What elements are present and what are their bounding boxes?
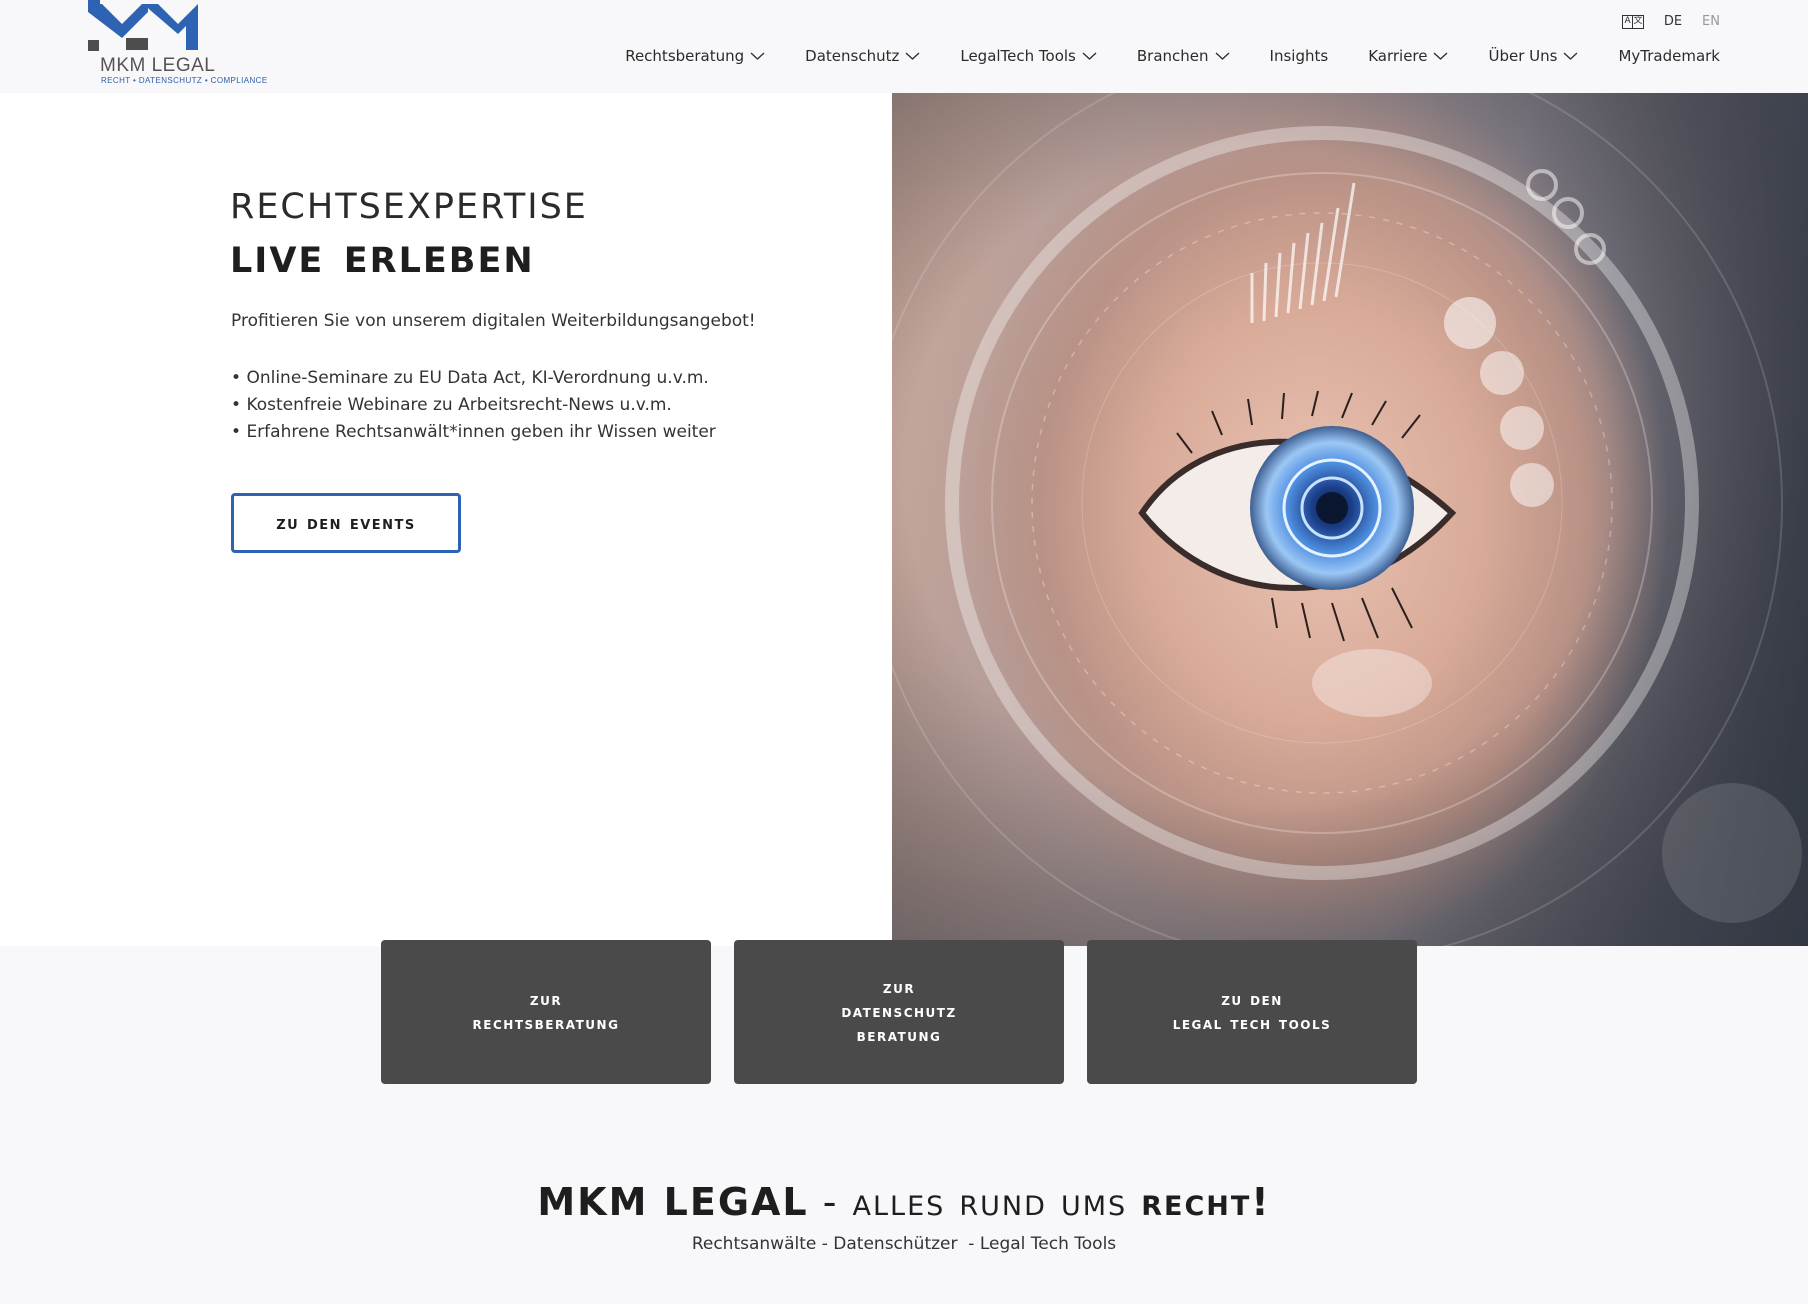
nav-label: MyTrademark	[1618, 47, 1720, 65]
nav-item-rechtsberatung[interactable]: Rechtsberatung	[625, 47, 765, 65]
nav-label: Insights	[1269, 47, 1329, 65]
chevron-down-icon	[905, 52, 920, 60]
logo-tagline: RECHT • DATENSCHUTZ • COMPLIANCE	[101, 76, 268, 85]
nav-item-datenschutz[interactable]: Datenschutz	[805, 47, 920, 65]
logo-name: MKM LEGAL	[100, 55, 216, 76]
language-switcher: A文 DE EN	[1621, 14, 1720, 29]
nav-item-ueber-uns[interactable]: Über Uns	[1488, 47, 1578, 65]
nav-label: Karriere	[1368, 47, 1428, 65]
site-header: MKM LEGAL RECHT • DATENSCHUTZ • COMPLIAN…	[0, 0, 1808, 93]
heading-brand: MKM LEGAL	[537, 1180, 809, 1224]
heading-dash: -	[808, 1180, 853, 1224]
hero-title: Rechtsexpertise live erleben	[230, 173, 588, 281]
hero-intro: Profitieren Sie von unserem digitalen We…	[231, 311, 756, 331]
nav-item-insights[interactable]: Insights	[1270, 47, 1329, 65]
logo-mark-icon	[88, 0, 198, 51]
chevron-down-icon	[1564, 52, 1578, 60]
nav-item-branchen[interactable]: Branchen	[1137, 47, 1230, 65]
section-heading: MKM LEGAL - Alles rund ums Recht!	[0, 1180, 1808, 1224]
service-tiles: zur Rechtsberatung zur Datenschutz Berat…	[381, 940, 1417, 1084]
nav-label: Rechtsberatung	[625, 47, 745, 65]
translate-icon[interactable]: A文	[1621, 14, 1644, 29]
lang-en[interactable]: EN	[1702, 14, 1720, 29]
chevron-down-icon	[1215, 52, 1229, 60]
tile-rechtsberatung[interactable]: zur Rechtsberatung	[381, 940, 711, 1084]
eye-hud-image	[892, 93, 1808, 946]
hero-section: Rechtsexpertise live erleben Profitieren…	[0, 93, 892, 946]
tile-datenschutz-beratung[interactable]: zur Datenschutz Beratung	[734, 940, 1064, 1084]
tile-legal-tech-tools[interactable]: zu den Legal Tech Tools	[1087, 940, 1417, 1084]
hero-title-line1: Rechtsexpertise	[230, 172, 588, 230]
nav-label: Über Uns	[1488, 47, 1558, 65]
chevron-down-icon	[1082, 52, 1097, 60]
hero-title-line2: live erleben	[230, 226, 535, 284]
lang-de[interactable]: DE	[1664, 14, 1682, 29]
chevron-down-icon	[750, 52, 765, 60]
chevron-down-icon	[1434, 52, 1448, 60]
nav-item-mytrademark[interactable]: MyTrademark	[1618, 47, 1720, 65]
nav-label: LegalTech Tools	[960, 47, 1076, 65]
nav-item-legaltech-tools[interactable]: LegalTech Tools	[960, 47, 1097, 65]
heading-end: Recht!	[1141, 1180, 1271, 1224]
section-subheading: Rechtsanwälte - Datenschützer - Legal Te…	[691, 1234, 1117, 1254]
main-nav: Rechtsberatung Datenschutz LegalTech Too…	[625, 47, 1720, 65]
nav-item-karriere[interactable]: Karriere	[1368, 47, 1448, 65]
hero-bullet: Kostenfreie Webinare zu Arbeitsrecht-New…	[231, 392, 716, 419]
hero-bullet: Online-Seminare zu EU Data Act, KI-Veror…	[231, 365, 716, 392]
nav-label: Datenschutz	[805, 47, 900, 65]
nav-label: Branchen	[1136, 47, 1209, 65]
hero-image	[892, 93, 1808, 946]
events-button[interactable]: zu den Events	[231, 493, 461, 553]
hero-bullet-list: Online-Seminare zu EU Data Act, KI-Veror…	[231, 365, 716, 446]
heading-middle: Alles rund ums	[852, 1180, 1142, 1224]
hero-bullet: Erfahrene Rechtsanwält*innen geben ihr W…	[231, 419, 715, 446]
logo[interactable]: MKM LEGAL RECHT • DATENSCHUTZ • COMPLIAN…	[88, 0, 268, 88]
